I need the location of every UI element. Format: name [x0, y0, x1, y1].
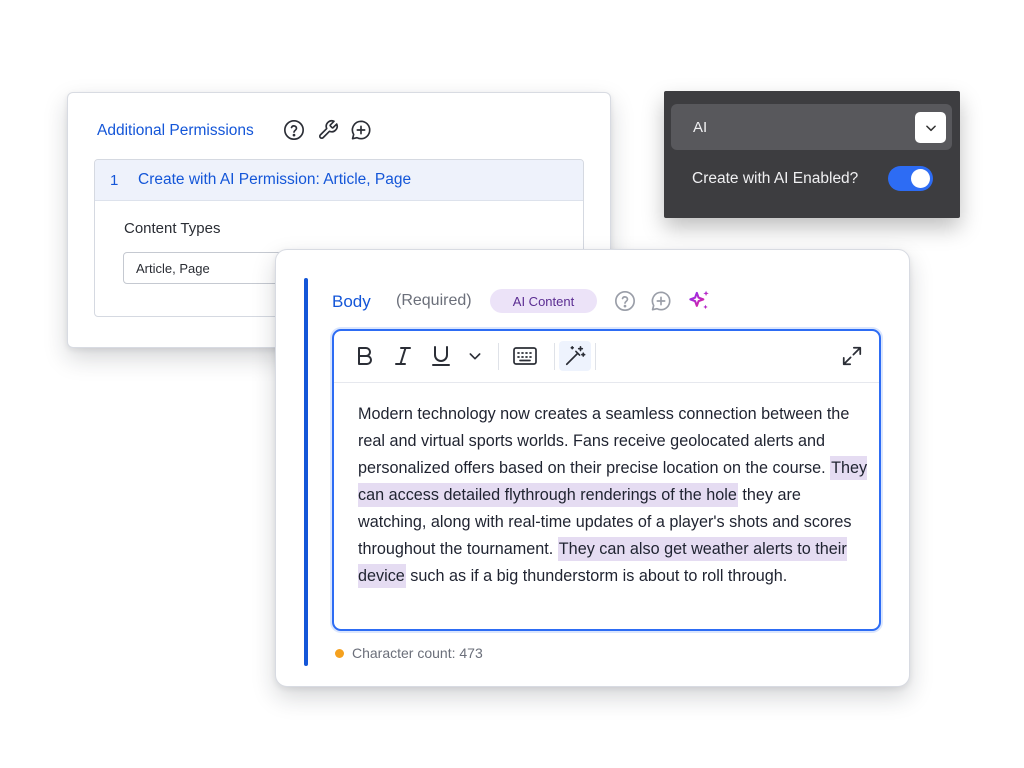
bold-button[interactable]	[352, 341, 378, 371]
help-circle-icon[interactable]	[613, 288, 637, 314]
editor-toolbar	[334, 331, 879, 383]
comment-add-icon[interactable]	[649, 288, 673, 314]
ai-dropdown-button[interactable]	[915, 112, 946, 143]
bold-icon	[358, 347, 372, 365]
chevron-down-icon	[925, 124, 936, 131]
ai-section-header[interactable]: AI	[671, 104, 952, 150]
toolbar-divider	[498, 343, 499, 370]
italic-button[interactable]	[390, 341, 416, 371]
text-segment: such as if a big thunderstorm is about t…	[405, 567, 788, 585]
toolbar-divider	[554, 343, 555, 370]
expand-icon	[842, 346, 862, 366]
body-rich-text-editor[interactable]: Modern technology now creates a seamless…	[332, 329, 881, 631]
magic-wand-icon	[565, 346, 586, 366]
keyboard-button[interactable]	[510, 341, 540, 371]
required-label: (Required)	[396, 292, 472, 309]
status-dot	[335, 648, 344, 658]
more-formatting-button[interactable]	[462, 341, 488, 371]
text-segment: Modern technology now creates a seamless…	[358, 405, 850, 477]
body-field-title: Body	[332, 292, 371, 311]
permission-item-header[interactable]: 1 Create with AI Permission: Article, Pa…	[95, 160, 583, 201]
permission-item-number: 1	[110, 171, 119, 189]
toggle-knob	[911, 169, 930, 188]
italic-icon	[395, 347, 411, 365]
ai-settings-panel: AI Create with AI Enabled?	[664, 91, 960, 218]
ai-section-label: AI	[693, 119, 708, 136]
content-types-label: Content Types	[124, 220, 221, 237]
toolbar-divider	[595, 343, 596, 370]
chevron-down-icon	[469, 353, 481, 360]
expand-button[interactable]	[838, 341, 866, 371]
help-circle-icon[interactable]	[282, 117, 306, 143]
character-count-label: Character count: 473	[352, 645, 483, 661]
comment-add-icon[interactable]	[349, 117, 373, 143]
field-accent-bar	[304, 278, 308, 666]
body-field-card: Body (Required) AI Content Modern techno…	[275, 249, 910, 687]
ai-content-badge: AI Content	[490, 289, 597, 313]
wrench-icon[interactable]	[316, 117, 340, 143]
ai-enabled-toggle[interactable]	[888, 166, 933, 191]
editor-content[interactable]: Modern technology now creates a seamless…	[358, 401, 872, 590]
underline-button[interactable]	[428, 341, 454, 371]
ai-sparkle-icon[interactable]	[686, 287, 712, 314]
keyboard-icon	[513, 347, 537, 365]
permissions-title: Additional Permissions	[97, 122, 254, 139]
ai-toggle-label: Create with AI Enabled?	[692, 170, 859, 187]
character-count: Character count: 473	[335, 645, 483, 661]
underline-icon	[432, 345, 450, 366]
permission-item-label[interactable]: Create with AI Permission: Article, Page	[138, 171, 411, 189]
ai-magic-button[interactable]	[559, 341, 591, 371]
